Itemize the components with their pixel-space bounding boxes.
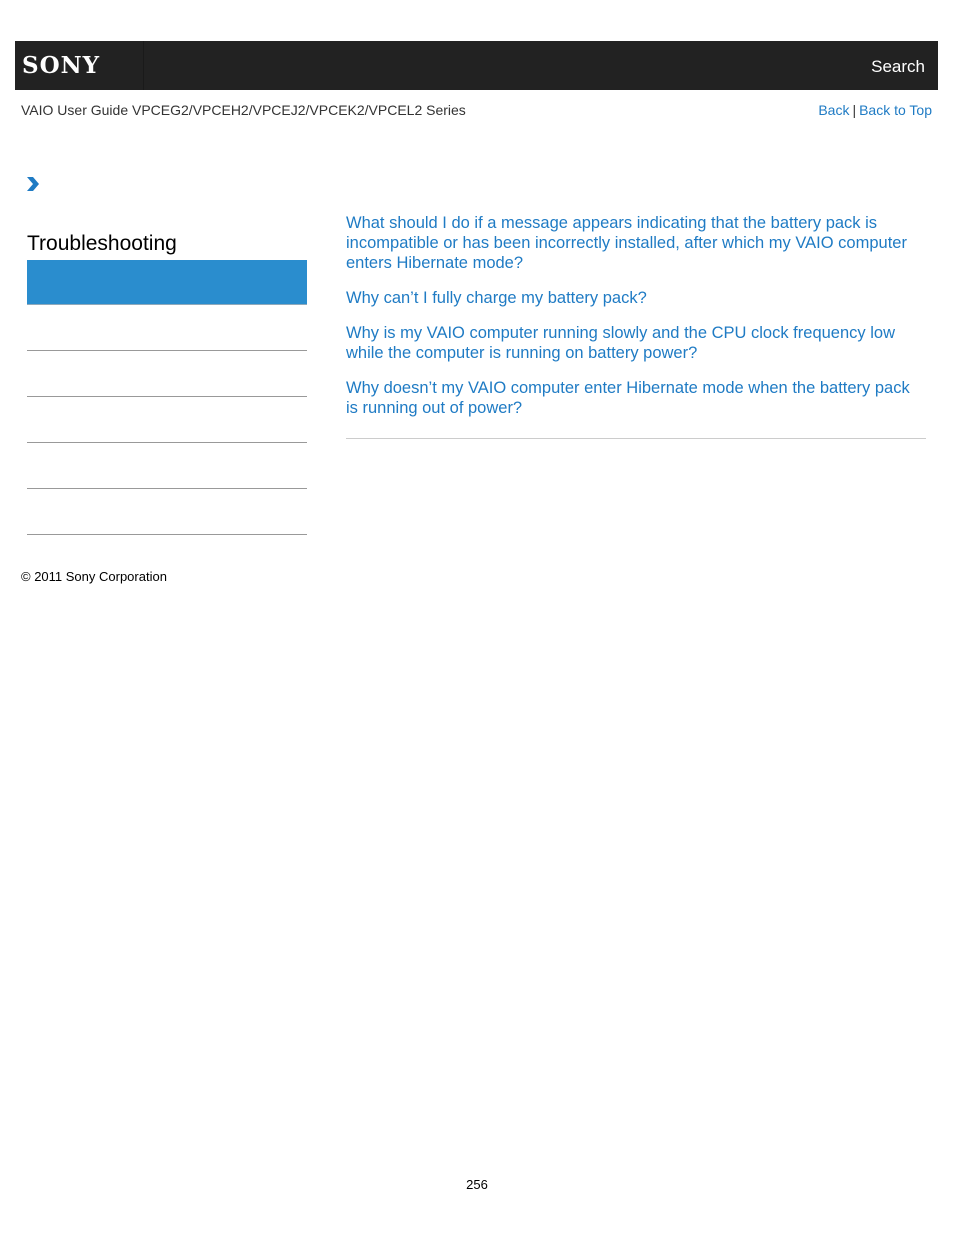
top-nav-links: Back | Back to Top [818,102,932,118]
sidebar-item[interactable] [27,305,307,351]
content-divider [346,438,926,439]
sidebar-item[interactable] [27,489,307,535]
question-link-hibernate-low-power[interactable]: Why doesn’t my VAIO computer enter Hiber… [346,378,926,418]
sidebar-item[interactable] [27,443,307,489]
sidebar-list [27,260,307,535]
back-link[interactable]: Back [818,102,849,118]
logo-text: SONY [22,52,101,79]
chevron-right-icon[interactable] [26,176,40,197]
sidebar-item[interactable] [27,351,307,397]
copyright: © 2011 Sony Corporation [21,569,167,584]
guide-title: VAIO User Guide VPCEG2/VPCEH2/VPCEJ2/VPC… [21,102,466,118]
sidebar-title: Troubleshooting [27,232,177,255]
page-number: 256 [466,1177,488,1192]
header-bar: SONY Search [15,41,938,90]
link-separator: | [852,102,857,118]
sidebar-item[interactable] [27,397,307,443]
question-links: What should I do if a message appears in… [346,213,926,433]
search-link[interactable]: Search [871,57,925,77]
question-link-hibernate-incompatible[interactable]: What should I do if a message appears in… [346,213,926,273]
back-to-top-link[interactable]: Back to Top [859,102,932,118]
sidebar-item-active[interactable] [27,260,307,305]
sony-logo[interactable]: SONY [15,41,144,90]
question-link-running-slowly[interactable]: Why is my VAIO computer running slowly a… [346,323,926,363]
question-link-fully-charge[interactable]: Why can’t I fully charge my battery pack… [346,288,926,308]
